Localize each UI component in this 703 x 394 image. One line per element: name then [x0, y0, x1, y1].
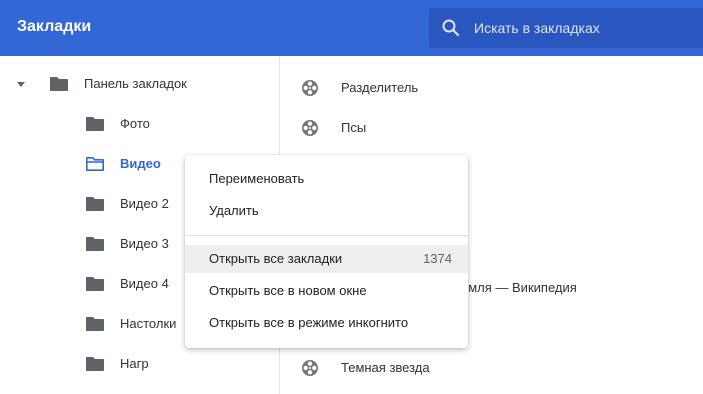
- context-menu: Переименовать Удалить Открыть все заклад…: [185, 155, 468, 348]
- folder-icon: [86, 357, 104, 371]
- bookmark-count: 1374: [423, 251, 452, 266]
- film-reel-icon: [302, 80, 318, 96]
- folder-icon: [86, 277, 104, 291]
- menu-item-delete[interactable]: Удалить: [185, 197, 468, 225]
- folder-icon: [86, 197, 104, 211]
- folder-open-outline-icon: [86, 157, 104, 171]
- menu-divider: [185, 235, 468, 236]
- menu-item-label: Открыть все закладки: [209, 251, 343, 266]
- folder-icon: [86, 317, 104, 331]
- menu-item-label: Открыть все в режиме инкогнито: [209, 315, 409, 330]
- menu-item-label: Открыть все в новом окне: [209, 283, 367, 298]
- tree-item-label: Фото: [120, 116, 150, 131]
- folder-icon: [86, 237, 104, 251]
- menu-item-open-all[interactable]: Открыть все закладки 1374: [185, 245, 468, 273]
- tree-item-label: Панель закладок: [84, 76, 187, 91]
- app-header: Закладки Искать в закладках: [0, 0, 703, 56]
- tree-item-label: Видео 3: [120, 236, 169, 251]
- tree-item-label: Видео 4: [120, 276, 169, 291]
- menu-item-open-all-new-window[interactable]: Открыть все в новом окне: [185, 277, 468, 305]
- expand-arrow-icon[interactable]: [16, 79, 26, 89]
- menu-item-open-all-incognito[interactable]: Открыть все в режиме инкогнито: [185, 309, 468, 337]
- menu-item-label: Переименовать: [209, 171, 305, 186]
- film-reel-icon: [302, 120, 318, 136]
- film-reel-icon: [302, 360, 318, 376]
- list-item[interactable]: Разделитель: [281, 68, 703, 108]
- list-item-label: Разделитель: [341, 80, 419, 95]
- list-item-label: Темная звезда: [341, 360, 430, 375]
- folder-icon: [86, 117, 104, 131]
- list-item[interactable]: Псы: [281, 108, 703, 148]
- tree-item-label: Нагр: [120, 356, 149, 371]
- search-input[interactable]: Искать в закладках: [474, 20, 600, 36]
- list-item-label: Псы: [341, 120, 367, 135]
- list-item[interactable]: Темная звезда: [281, 348, 703, 388]
- tree-item-label: Видео: [120, 156, 161, 171]
- tree-item-label: Настолки: [120, 316, 177, 331]
- search-icon[interactable]: [441, 18, 461, 38]
- tree-item-bookmarks-bar[interactable]: Панель закладок: [0, 64, 280, 104]
- page-title: Закладки: [17, 18, 92, 35]
- tree-item-label: Видео 2: [120, 196, 169, 211]
- tree-item-nagr[interactable]: Нагр: [0, 344, 280, 384]
- menu-item-label: Удалить: [209, 203, 259, 218]
- menu-item-rename[interactable]: Переименовать: [185, 165, 468, 193]
- search-box[interactable]: Искать в закладках: [429, 8, 703, 48]
- tree-item-photo[interactable]: Фото: [0, 104, 280, 144]
- list-item-label: емля — Википедия: [461, 280, 577, 295]
- folder-icon: [50, 77, 68, 91]
